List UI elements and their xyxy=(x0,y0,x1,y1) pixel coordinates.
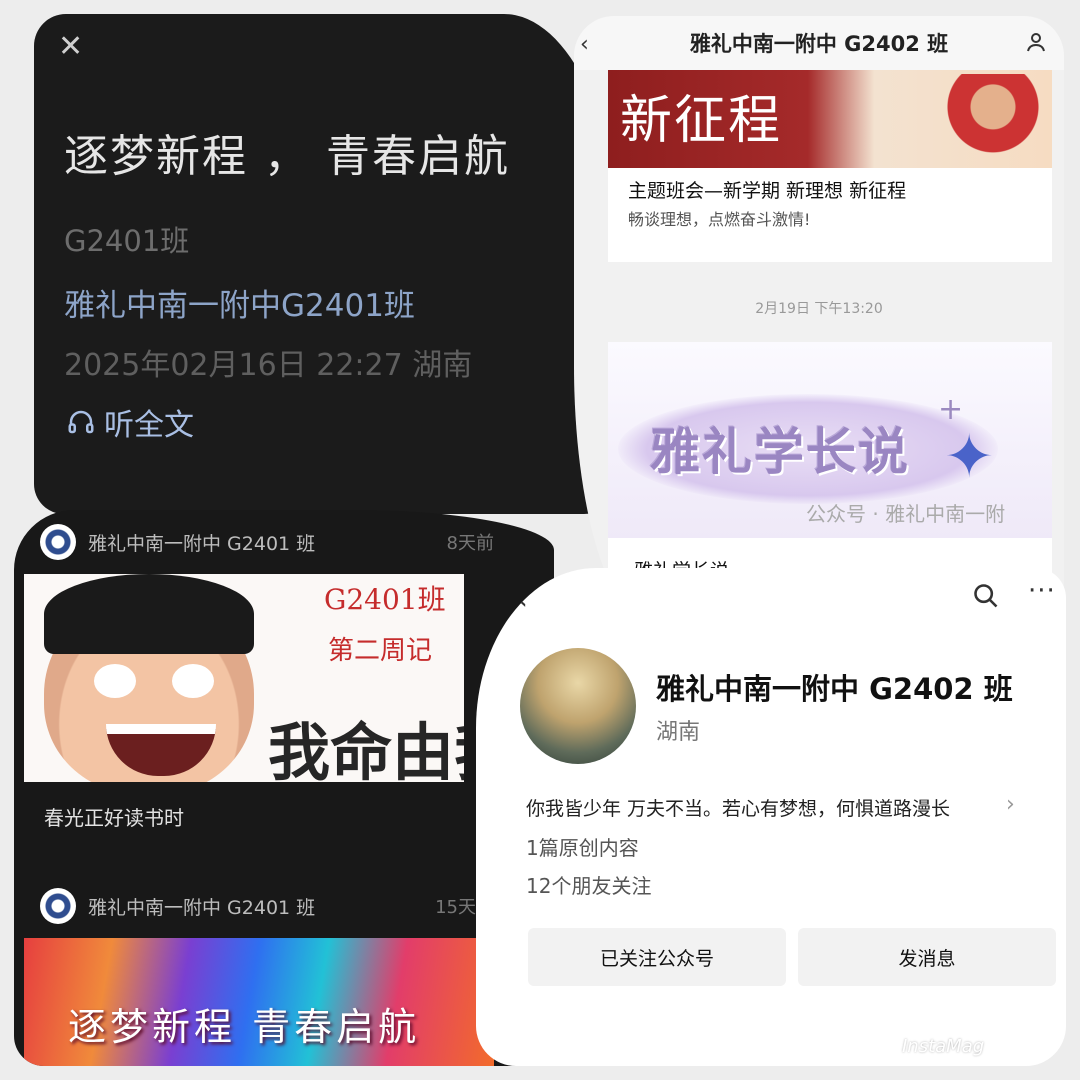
banner-text: 新征程 xyxy=(620,91,783,151)
cartoon-eye xyxy=(172,664,214,698)
timestamp: 2月19日 下午13:20 xyxy=(755,301,883,317)
banner-watermark: 公众号 · 雅礼中南一附 xyxy=(806,502,1006,526)
top-bar: ‹ 雅礼中南一附中 G2402 班 xyxy=(574,16,1064,70)
post-image[interactable]: 逐梦新程 青春启航 xyxy=(24,938,494,1066)
profile-panel: ‹ ··· 雅礼中南一附中 G2402 班 湖南 你我皆少年 万夫不当。若心有梦… xyxy=(476,568,1066,1066)
article-banner-image: 新征程 xyxy=(608,70,1052,168)
article-title: 逐梦新程 ， 青春启航 xyxy=(64,131,510,182)
listen-full-text-button[interactable]: 听全文 xyxy=(66,400,194,444)
post-caption[interactable]: 春光正好读书时 xyxy=(44,802,184,831)
cartoon-hair xyxy=(44,574,254,654)
article-description: 畅谈理想，点燃奋斗激情! xyxy=(628,210,811,229)
post-header[interactable]: 雅礼中南一附中 G2401 班 8天前 xyxy=(14,510,554,574)
article-header-panel: ✕ 逐梦新程 ， 青春启航 G2401班 雅礼中南一附中G2401班 2025年… xyxy=(34,14,624,514)
banner-figure xyxy=(938,74,1048,168)
account-link[interactable]: 雅礼中南一附中G2401班 xyxy=(64,280,415,325)
chevron-right-icon[interactable]: › xyxy=(1006,792,1015,817)
article-card[interactable]: 新征程 主题班会—新学期 新理想 新征程 畅谈理想，点燃奋斗激情! xyxy=(608,70,1052,262)
account-name: 雅礼中南一附中 G2401 班 xyxy=(88,896,316,919)
profile-name: 雅礼中南一附中 G2402 班 xyxy=(656,672,1013,706)
article-subtitle: G2401班 xyxy=(64,224,190,258)
send-message-button[interactable]: 发消息 xyxy=(798,928,1056,986)
post-image[interactable]: G2401班 第二周记 我命由我 xyxy=(24,574,464,782)
person-icon[interactable] xyxy=(1024,30,1048,54)
collage-watermark: InstaMag xyxy=(902,1036,985,1057)
image-text: 逐梦新程 青春启航 xyxy=(68,1005,421,1049)
school-logo-icon xyxy=(40,888,76,924)
banner-text: 雅礼学长说 xyxy=(650,423,910,481)
school-logo-icon xyxy=(40,524,76,560)
publish-date-location: 2025年02月16日 22:27 湖南 xyxy=(64,348,473,383)
account-name: 雅礼中南一附中 G2401 班 xyxy=(88,532,316,555)
cartoon-eye xyxy=(94,664,136,698)
avatar[interactable] xyxy=(520,648,636,764)
image-calligraphy: 我命由我 xyxy=(268,716,464,782)
back-icon[interactable]: ‹ xyxy=(516,582,528,617)
post-age: 8天前 xyxy=(446,533,494,554)
more-icon[interactable]: ··· xyxy=(1028,576,1056,606)
close-icon[interactable]: ✕ xyxy=(58,32,83,62)
listen-label: 听全文 xyxy=(104,408,194,443)
top-bar-title: 雅礼中南一附中 G2402 班 xyxy=(689,32,949,56)
profile-region: 湖南 xyxy=(656,720,701,745)
feed-panel-dark: 雅礼中南一附中 G2401 班 8天前 G2401班 第二周记 我命由我 春光正… xyxy=(14,510,554,1066)
profile-motto[interactable]: 你我皆少年 万夫不当。若心有梦想，何惧道路漫长 xyxy=(526,794,950,821)
search-icon[interactable] xyxy=(972,582,1000,610)
friends-following-count: 12个朋友关注 xyxy=(526,874,652,898)
article-banner-image: + 雅礼学长说 ✦ 公众号 · 雅礼中南一附 xyxy=(608,342,1052,538)
followed-button[interactable]: 已关注公众号 xyxy=(528,928,786,986)
sparkle-icon: ✦ xyxy=(944,422,995,492)
image-text: 第二周记 xyxy=(328,636,433,666)
image-text: G2401班 xyxy=(324,583,446,616)
feed-panel-light: ‹ 雅礼中南一附中 G2402 班 新征程 主题班会—新学期 新理想 新征程 畅… xyxy=(574,16,1064,626)
headphones-icon xyxy=(68,410,94,434)
post-header[interactable]: 雅礼中南一附中 G2401 班 15天前 xyxy=(14,874,554,938)
original-content-count: 1篇原创内容 xyxy=(526,836,639,860)
article-title: 主题班会—新学期 新理想 新征程 xyxy=(628,180,907,202)
